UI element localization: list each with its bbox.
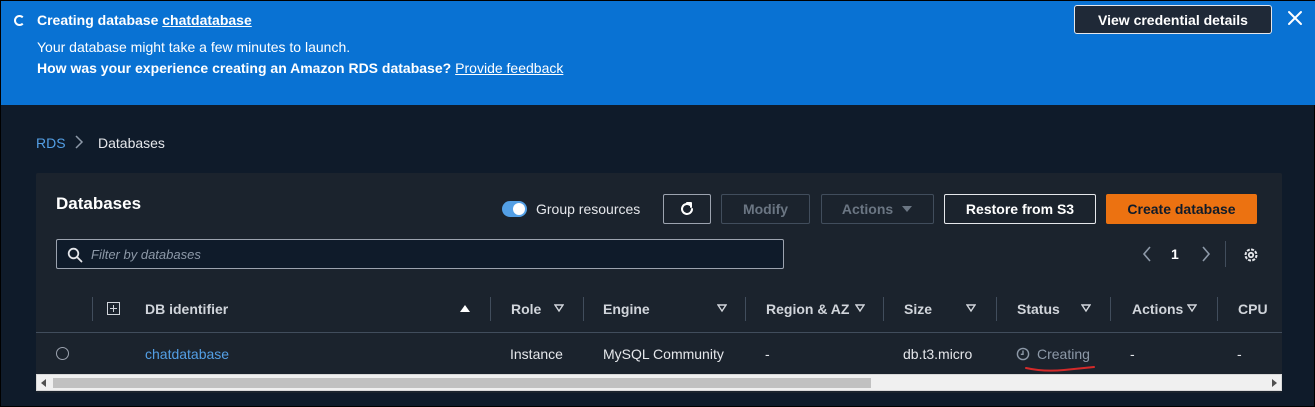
col-engine[interactable]: Engine	[603, 301, 650, 317]
sort-desc-icon[interactable]	[1081, 304, 1091, 313]
caret-down-icon	[902, 206, 913, 212]
col-region-az[interactable]: Region & AZ	[766, 301, 849, 317]
column-divider	[883, 297, 884, 321]
scrollbar-thumb[interactable]	[53, 378, 871, 388]
column-divider	[745, 297, 746, 321]
filter-input[interactable]	[91, 244, 771, 264]
expand-all-icon[interactable]	[107, 302, 120, 315]
spinner-icon	[14, 15, 25, 26]
provide-feedback-link[interactable]: Provide feedback	[455, 60, 563, 76]
chevron-right-icon[interactable]	[1199, 245, 1213, 263]
chevron-right-icon	[75, 135, 84, 149]
col-cpu[interactable]: CPU	[1238, 301, 1268, 317]
column-divider	[1217, 297, 1218, 321]
col-role[interactable]: Role	[511, 301, 541, 317]
clock-icon	[1016, 347, 1030, 361]
cell-cpu: -	[1237, 346, 1242, 362]
scroll-left-icon[interactable]	[41, 379, 46, 387]
row-select-radio[interactable]	[56, 347, 69, 360]
banner-feedback-question: How was your experience creating an Amaz…	[37, 60, 563, 76]
cell-actions: -	[1130, 346, 1135, 362]
gear-icon[interactable]	[1242, 246, 1260, 264]
red-underline-annotation	[1025, 366, 1095, 372]
sort-desc-icon[interactable]	[717, 304, 727, 313]
breadcrumb-current: Databases	[98, 135, 165, 151]
databases-panel: Databases Group resources Modify Actions…	[36, 173, 1282, 393]
flash-banner: Creating database chatdatabase Your data…	[1, 1, 1315, 105]
group-resources-label: Group resources	[536, 201, 641, 217]
divider	[1225, 241, 1226, 267]
restore-from-s3-button[interactable]: Restore from S3	[944, 194, 1096, 224]
cell-engine: MySQL Community	[603, 346, 724, 362]
column-divider	[583, 297, 584, 321]
breadcrumb-rds-link[interactable]: RDS	[36, 135, 66, 151]
modify-button[interactable]: Modify	[721, 194, 810, 224]
sort-asc-icon[interactable]	[460, 304, 470, 313]
db-identifier-link[interactable]: chatdatabase	[145, 346, 229, 362]
create-database-button[interactable]: Create database	[1106, 194, 1257, 224]
col-size[interactable]: Size	[904, 301, 932, 317]
col-actions[interactable]: Actions	[1132, 301, 1183, 317]
sort-desc-icon[interactable]	[1187, 304, 1197, 313]
cell-region-az: -	[765, 346, 770, 362]
group-resources-toggle[interactable]	[502, 201, 527, 217]
search-icon	[67, 247, 83, 263]
table-header: DB identifier Role Engine Region & AZ Si…	[36, 285, 1282, 333]
banner-message: Your database might take a few minutes t…	[37, 39, 351, 55]
filter-search[interactable]	[56, 239, 784, 269]
current-page[interactable]: 1	[1171, 246, 1179, 262]
banner-db-link[interactable]: chatdatabase	[162, 12, 251, 28]
chevron-left-icon[interactable]	[1140, 245, 1154, 263]
column-divider	[92, 297, 93, 321]
sort-desc-icon[interactable]	[554, 304, 564, 313]
refresh-icon	[681, 202, 693, 215]
feedback-question-text: How was your experience creating an Amaz…	[37, 60, 452, 76]
view-credential-details-button[interactable]: View credential details	[1074, 5, 1272, 34]
actions-dropdown-button[interactable]: Actions	[821, 194, 934, 224]
cell-status: Creating	[1037, 346, 1090, 362]
close-icon[interactable]	[1284, 7, 1306, 29]
banner-title: Creating database chatdatabase	[37, 12, 252, 28]
col-db-identifier[interactable]: DB identifier	[145, 301, 228, 317]
column-divider	[490, 297, 491, 321]
sort-desc-icon[interactable]	[966, 304, 976, 313]
sort-desc-icon[interactable]	[855, 304, 865, 313]
panel-title: Databases	[56, 194, 142, 213]
cell-size: db.t3.micro	[903, 346, 973, 362]
actions-label: Actions	[841, 201, 894, 217]
column-divider	[1110, 297, 1111, 321]
cell-role: Instance	[510, 346, 563, 362]
horizontal-scrollbar[interactable]	[36, 374, 1282, 391]
banner-title-prefix: Creating database	[37, 12, 163, 28]
scroll-right-icon[interactable]	[1272, 379, 1277, 387]
refresh-button[interactable]	[663, 194, 711, 224]
column-divider	[996, 297, 997, 321]
col-status[interactable]: Status	[1017, 301, 1060, 317]
